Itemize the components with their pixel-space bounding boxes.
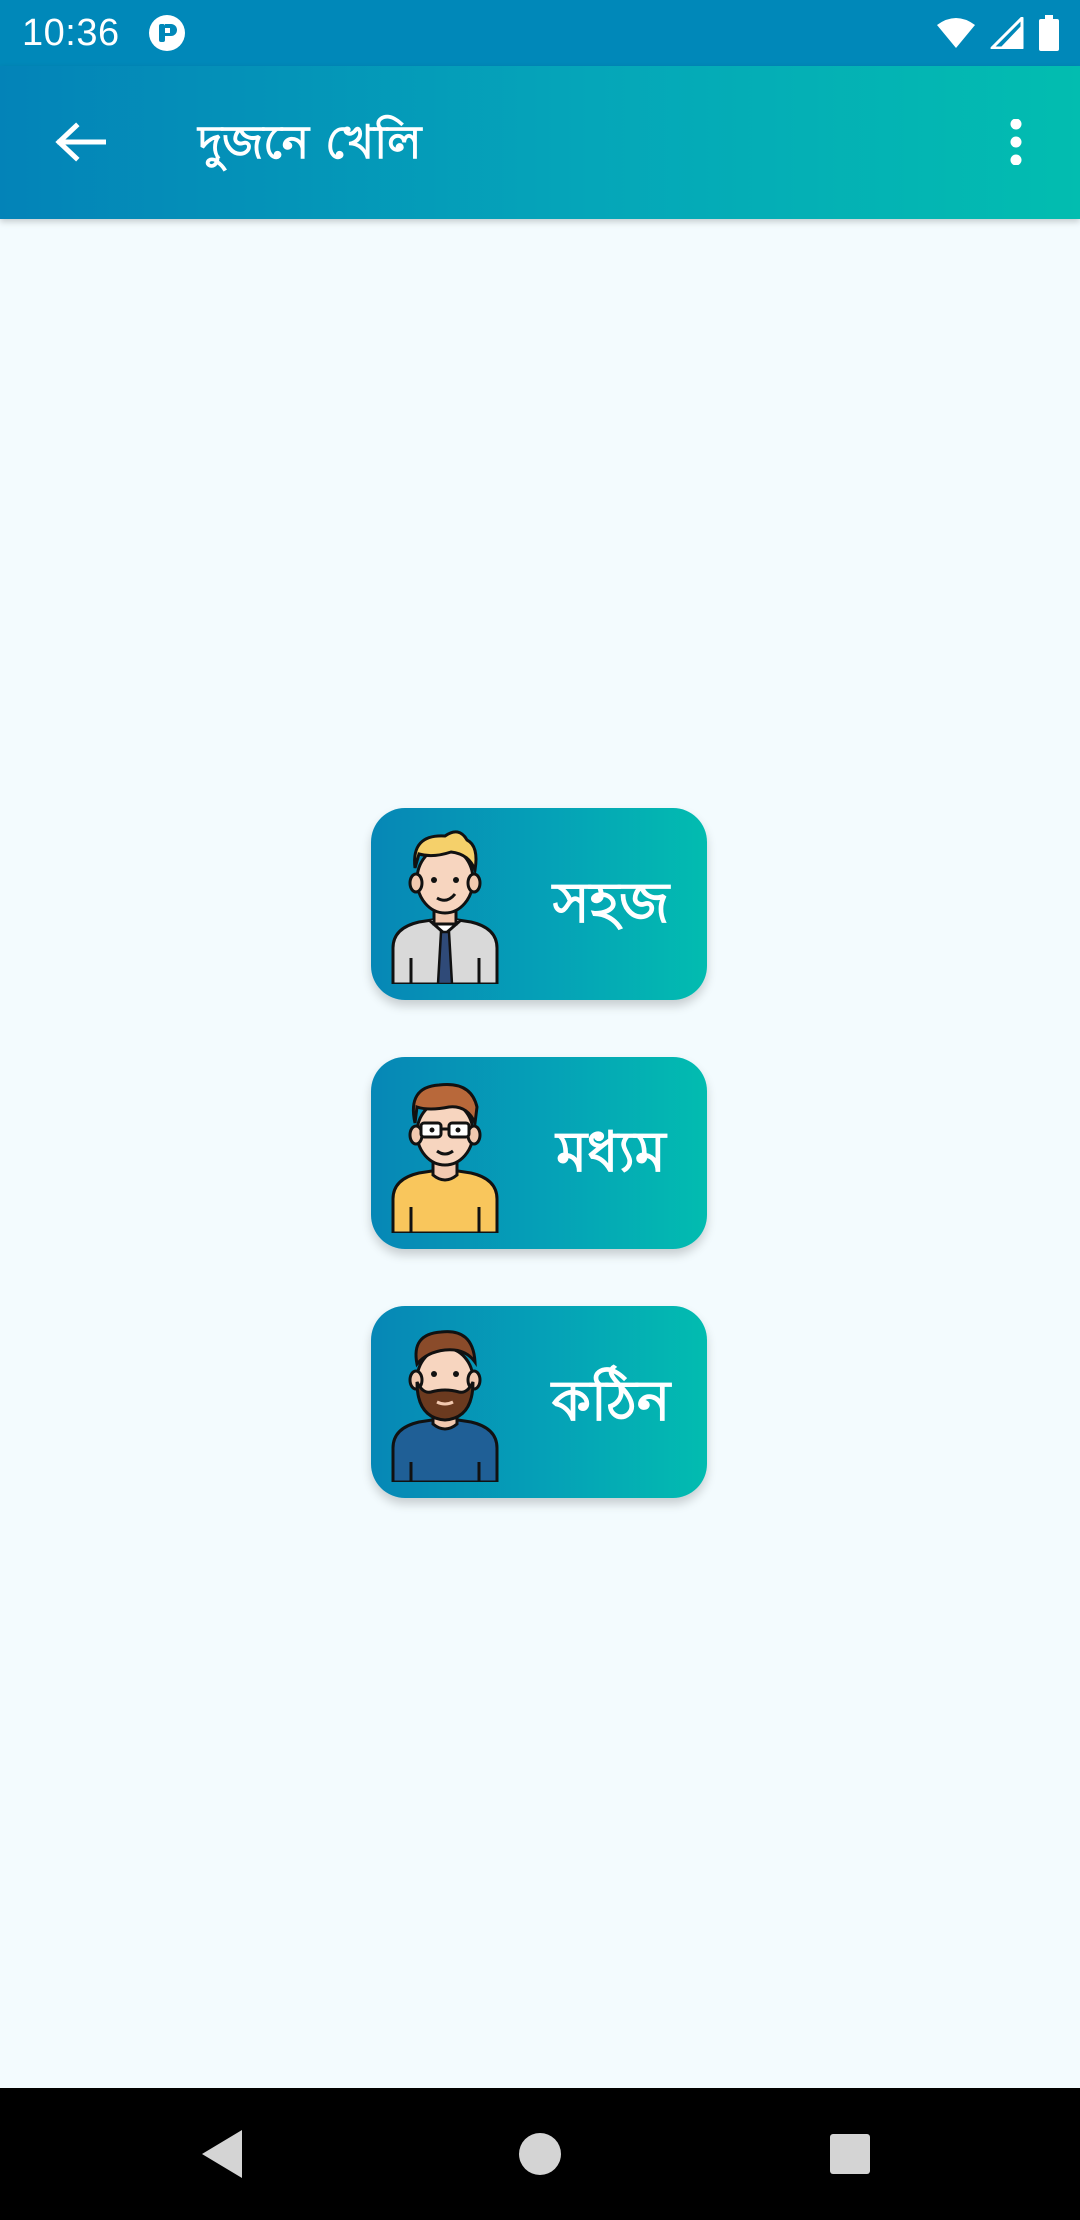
system-nav-bar [0,2088,1080,2220]
medium-level-button[interactable]: মধ্যম [371,1057,707,1249]
easy-level-button[interactable]: সহজ [371,808,707,1000]
bearded-man-avatar [391,1330,499,1482]
back-button[interactable] [40,102,120,182]
nav-recents-icon[interactable] [828,2132,872,2176]
hard-level-label: কঠিন [551,1369,671,1434]
wifi-icon [937,18,975,48]
app-bar: দুজনে খেলি [0,66,1080,219]
nav-back-icon[interactable] [200,2128,244,2180]
status-icons [936,14,1060,52]
page-title: দুজনে খেলি [198,115,422,169]
more-options-button[interactable] [976,102,1056,182]
arrow-back-icon [55,122,106,162]
signal-icon [990,17,1024,49]
blond-man-tie-avatar [391,830,499,984]
nav-home-icon[interactable] [518,2132,562,2176]
glasses-man-avatar [391,1082,499,1233]
easy-level-label: সহজ [552,871,670,936]
status-bar: 10:36 [0,0,1080,66]
medium-level-label: মধ্যম [556,1120,666,1185]
app-notification-icon [149,15,185,51]
status-time: 10:36 [22,12,120,54]
more-vert-icon [1010,119,1022,165]
hard-level-button[interactable]: কঠিন [371,1306,707,1498]
battery-icon [1039,15,1059,51]
